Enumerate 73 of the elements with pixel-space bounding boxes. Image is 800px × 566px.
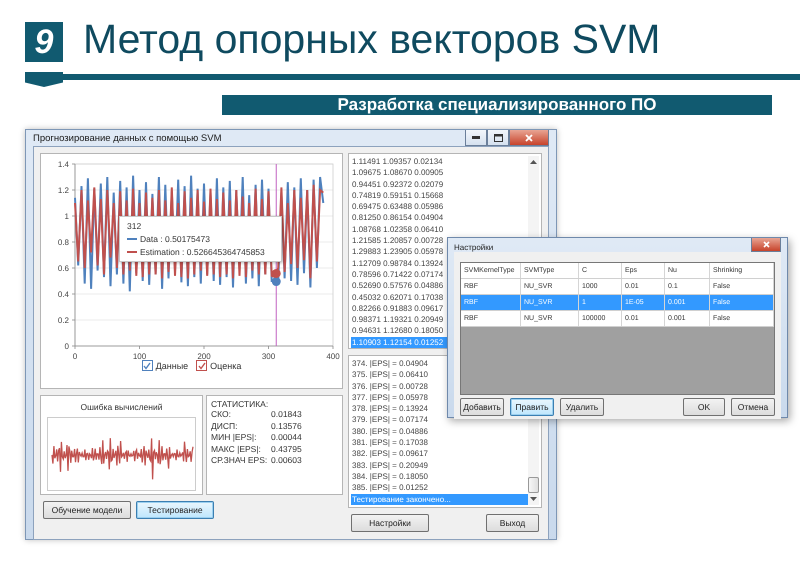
push-button[interactable]: OK — [683, 398, 725, 416]
list-item[interactable]: 0.81250 0.86154 0.04904 — [351, 212, 528, 224]
tooltip-line: Data : 0.50175473 — [140, 234, 210, 244]
list-item[interactable]: 379. |EPS| = 0.07174 — [351, 414, 528, 426]
legend-label: Данные — [156, 360, 188, 370]
axis-label: 0.6 — [58, 264, 69, 273]
minimize-button[interactable] — [465, 130, 487, 146]
stat-value: 0.00603 — [271, 455, 303, 466]
axis-label: 1 — [64, 212, 69, 221]
list-item[interactable]: 384. |EPS| = 0.18050 — [351, 470, 528, 482]
dialog-title: Настройки — [454, 243, 494, 252]
axis-label: 200 — [197, 352, 211, 361]
axis-label: 0.4 — [58, 290, 69, 299]
slide-subtitle: Разработка специализированного ПО — [222, 95, 772, 115]
data-point-marker — [272, 268, 281, 278]
list-item[interactable]: 385. |EPS| = 0.01252 — [351, 482, 528, 494]
list-item[interactable]: 1.11491 1.09357 0.02134 — [351, 156, 528, 168]
close-icon — [762, 241, 770, 248]
list-item[interactable]: 382. |EPS| = 0.09617 — [351, 448, 528, 460]
axis-label: 1.2 — [58, 186, 69, 195]
axis-label: 0.8 — [58, 238, 69, 247]
list-item[interactable]: 383. |EPS| = 0.20949 — [351, 460, 528, 471]
list-item[interactable]: 1.09675 1.08670 0.00905 — [351, 167, 528, 179]
scroll-up-icon[interactable] — [530, 160, 537, 164]
list-item[interactable]: 0.69475 0.63488 0.05986 — [351, 201, 528, 212]
list-item[interactable]: 380. |EPS| = 0.04886 — [351, 426, 528, 438]
legend-label: Оценка — [210, 360, 242, 370]
push-button[interactable]: Удалить — [560, 398, 604, 416]
statistics-heading: СТАТИСТИКА: — [211, 399, 270, 409]
stat-label: МАКС |EPS|: — [211, 444, 262, 455]
push-button[interactable]: Добавить — [460, 398, 504, 416]
list-item[interactable]: 0.74819 0.59151 0.15668 — [351, 190, 528, 202]
stat-label: МИН |EPS|: — [211, 432, 258, 444]
scroll-down-icon[interactable] — [530, 496, 537, 501]
list-item[interactable]: 1.08768 1.02358 0.06410 — [351, 224, 528, 236]
axis-label: 0.2 — [58, 316, 69, 325]
scroll-thumb[interactable] — [528, 476, 539, 493]
tooltip-title: 312 — [127, 221, 142, 231]
push-button[interactable]: Отмена — [731, 398, 775, 416]
maximize-icon — [494, 134, 502, 142]
axis-label: 0 — [64, 342, 69, 351]
axis-label: 400 — [326, 352, 340, 361]
tooltip-line: Estimation : 0.526645364745853 — [140, 247, 265, 257]
close-icon — [525, 134, 533, 142]
legend-checkbox[interactable] — [196, 360, 208, 371]
minimize-icon — [472, 136, 480, 139]
stat-label: ДИСП: — [211, 420, 238, 432]
push-button[interactable]: Тестирование — [136, 501, 214, 519]
stat-value: 0.00044 — [271, 432, 303, 444]
slide-title: Метод опорных векторов SVM — [83, 16, 660, 63]
axis-label: 0 — [72, 352, 78, 361]
stat-label: СКО: — [211, 409, 232, 420]
window-title: Прогнозирование данных с помощью SVM — [33, 132, 222, 144]
chart-title: Ошибка вычислений — [80, 402, 162, 412]
stat-label: СР.ЗНАЧ EPS: — [211, 455, 268, 466]
axis-label: 300 — [262, 352, 276, 361]
axis-label: 1.4 — [58, 160, 69, 169]
axis-label: 100 — [132, 352, 146, 361]
list-item[interactable]: 381. |EPS| = 0.17038 — [351, 437, 528, 448]
data-point-marker — [272, 277, 281, 286]
push-button[interactable]: Настройки — [351, 514, 429, 532]
slide-number: 9 — [25, 22, 63, 62]
close-button[interactable] — [751, 238, 781, 252]
stat-value: 0.13576 — [271, 420, 303, 432]
push-button[interactable]: Править — [510, 398, 554, 416]
stat-value: 0.43795 — [271, 444, 303, 455]
close-button[interactable] — [509, 130, 549, 146]
list-item[interactable]: 0.94451 0.92372 0.02079 — [351, 178, 528, 190]
push-button[interactable]: Выход — [486, 514, 539, 532]
push-button[interactable]: Обучение модели — [43, 501, 131, 519]
legend-checkbox[interactable] — [142, 360, 153, 371]
maximize-button[interactable] — [487, 130, 509, 146]
stat-value: 0.01843 — [271, 409, 303, 420]
